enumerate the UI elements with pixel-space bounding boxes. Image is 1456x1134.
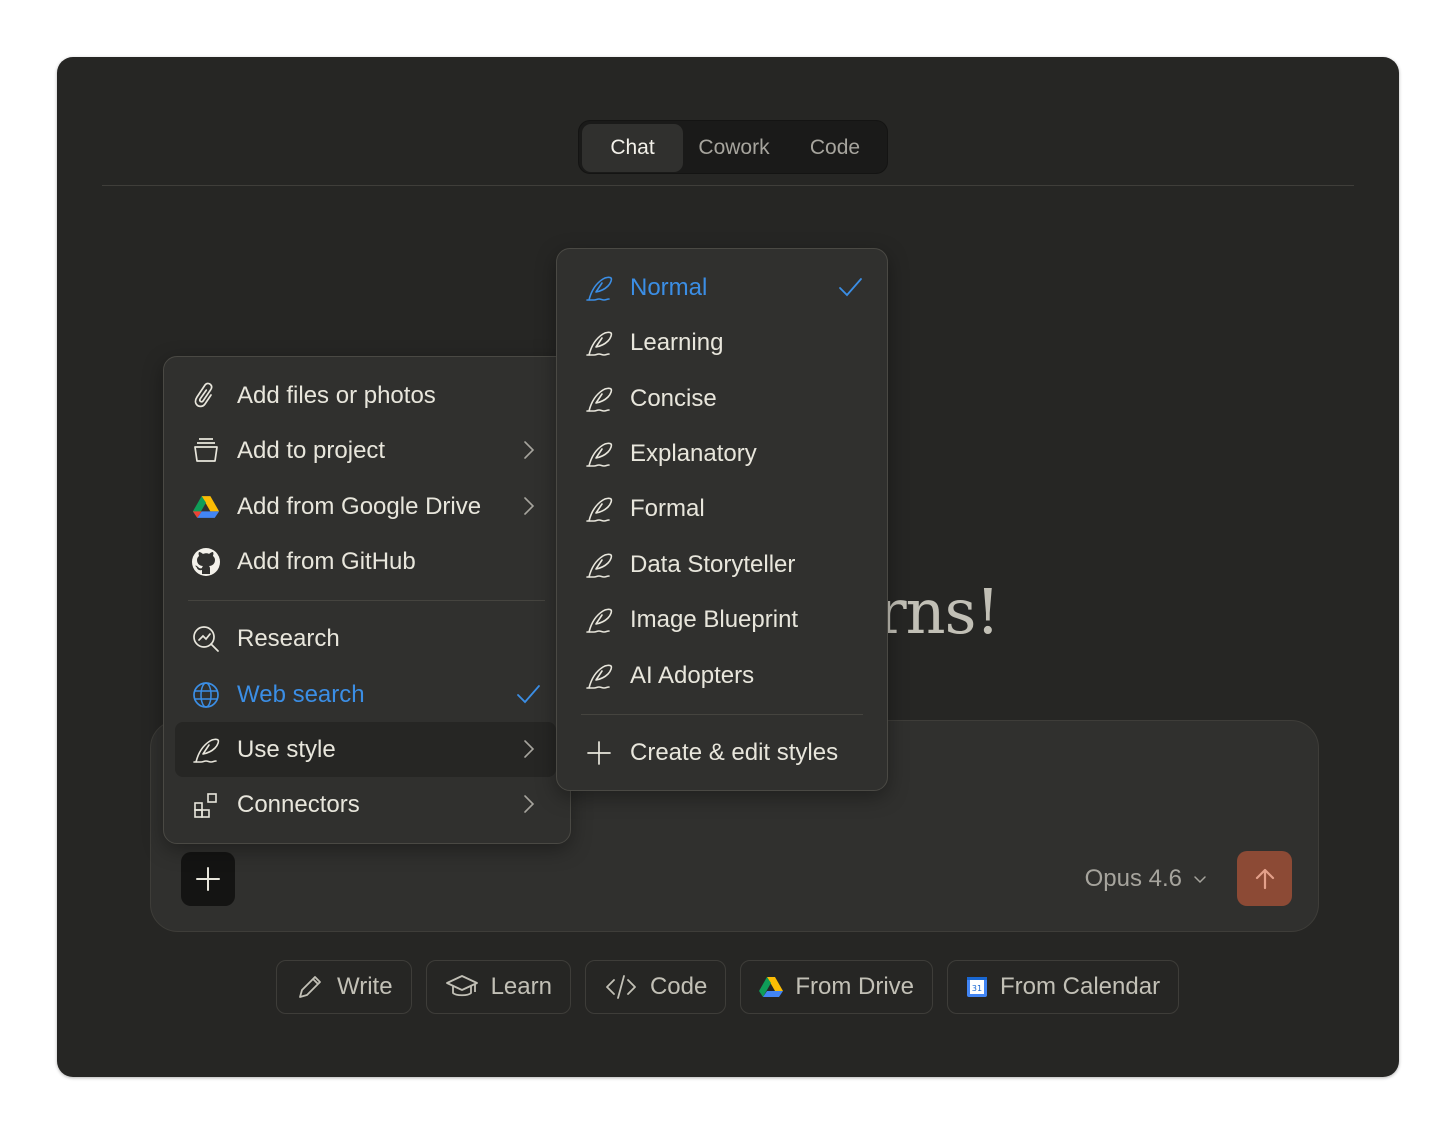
svg-text:31: 31 xyxy=(972,984,982,993)
tab-cowork[interactable]: Cowork xyxy=(683,124,785,172)
chip-label: Write xyxy=(337,973,393,1000)
menu-item-label: Add files or photos xyxy=(237,381,436,409)
style-item-formal[interactable]: Formal xyxy=(568,481,878,536)
chip-label: Code xyxy=(649,973,708,1000)
project-box-icon xyxy=(191,436,221,466)
feather-icon xyxy=(584,550,614,580)
style-item-normal[interactable]: Normal xyxy=(568,260,878,315)
connectors-icon xyxy=(191,790,221,820)
style-item-learning[interactable]: Learning xyxy=(568,315,878,370)
pencil-icon xyxy=(299,976,321,998)
graduation-cap-icon xyxy=(445,975,478,997)
menu-item-connectors[interactable]: Connectors xyxy=(175,777,556,832)
plus-icon xyxy=(196,867,220,891)
menu-item-github[interactable]: Add from GitHub xyxy=(175,534,556,589)
menu-item-label: Research xyxy=(237,624,340,652)
style-item-label: Explanatory xyxy=(630,439,757,467)
feather-icon xyxy=(584,384,614,414)
menu-item-google-drive[interactable]: Add from Google Drive xyxy=(175,479,556,534)
style-item-concise[interactable]: Concise xyxy=(568,371,878,426)
menu-item-add-to-project[interactable]: Add to project xyxy=(175,423,556,478)
chevron-right-icon xyxy=(524,497,535,515)
feather-icon xyxy=(584,494,614,524)
arrow-up-icon xyxy=(1255,868,1274,889)
check-icon xyxy=(839,278,862,297)
greeting-heading: rns! xyxy=(877,575,1000,648)
chevron-down-icon xyxy=(1194,876,1206,884)
model-label: Opus 4.6 xyxy=(1084,865,1182,892)
feather-icon xyxy=(584,273,614,303)
create-edit-styles-button[interactable]: Create & edit styles xyxy=(568,725,878,780)
feather-icon xyxy=(584,439,614,469)
attach-menu: Add files or photos Add to project Add f… xyxy=(163,356,571,844)
menu-item-label: Add from GitHub xyxy=(237,547,416,575)
globe-icon xyxy=(191,680,221,710)
chip-write[interactable]: Write xyxy=(276,960,412,1014)
chip-label: Learn xyxy=(490,973,552,1000)
style-item-label: Data Storyteller xyxy=(630,550,796,578)
chip-label: From Calendar xyxy=(1000,973,1161,1000)
style-item-label: AI Adopters xyxy=(630,661,755,689)
style-item-label: Concise xyxy=(630,384,717,412)
paperclip-icon xyxy=(191,381,221,411)
style-item-label: Image Blueprint xyxy=(630,605,799,633)
style-item-label: Normal xyxy=(630,273,708,301)
google-drive-icon xyxy=(759,977,784,997)
menu-item-label: Use style xyxy=(237,735,336,763)
model-selector[interactable]: Opus 4.6 xyxy=(1085,861,1208,897)
google-calendar-icon: 31 xyxy=(967,977,987,997)
menu-item-label: Add to project xyxy=(237,436,386,464)
menu-item-label: Add from Google Drive xyxy=(237,492,482,520)
menu-item-web-search[interactable]: Web search xyxy=(175,667,556,722)
google-drive-icon xyxy=(191,492,221,522)
header-divider xyxy=(102,185,1354,186)
chip-learn[interactable]: Learn xyxy=(425,960,571,1014)
style-item-image-blueprint[interactable]: Image Blueprint xyxy=(568,592,878,647)
chip-from-calendar[interactable]: 31 From Calendar xyxy=(947,960,1180,1014)
chip-code[interactable]: Code xyxy=(584,960,727,1014)
menu-item-add-files[interactable]: Add files or photos xyxy=(175,368,556,423)
check-icon xyxy=(517,685,540,704)
create-styles-label: Create & edit styles xyxy=(630,738,839,766)
menu-item-use-style[interactable]: Use style xyxy=(175,722,556,777)
tab-chat[interactable]: Chat xyxy=(582,124,683,172)
menu-item-label: Connectors xyxy=(237,790,360,818)
chip-from-drive[interactable]: From Drive xyxy=(740,960,933,1014)
research-icon xyxy=(191,624,221,654)
app-window: Chat Cowork Code rns! Opus 4.6 Write Lea… xyxy=(57,57,1399,1077)
menu-divider xyxy=(581,714,863,715)
mode-tabs: Chat Cowork Code xyxy=(578,120,888,174)
chevron-right-icon xyxy=(524,441,535,459)
feather-icon xyxy=(584,661,614,691)
feather-icon xyxy=(584,605,614,635)
menu-item-label: Web search xyxy=(237,680,365,708)
menu-item-research[interactable]: Research xyxy=(175,611,556,666)
feather-icon xyxy=(584,328,614,358)
chevron-right-icon xyxy=(524,795,535,813)
feather-icon xyxy=(191,735,221,765)
chevron-right-icon xyxy=(524,740,535,758)
style-item-ai-adopters[interactable]: AI Adopters xyxy=(568,648,878,703)
style-item-data-storyteller[interactable]: Data Storyteller xyxy=(568,537,878,592)
style-item-label: Learning xyxy=(630,328,724,356)
code-icon xyxy=(606,975,636,999)
style-menu: Normal Learning Concise Explanatory Form… xyxy=(556,248,888,791)
chip-label: From Drive xyxy=(795,973,914,1000)
add-content-button[interactable] xyxy=(181,852,235,906)
github-icon xyxy=(191,547,221,577)
plus-icon xyxy=(584,738,614,768)
tab-code[interactable]: Code xyxy=(785,124,885,172)
menu-divider xyxy=(188,600,545,601)
style-item-label: Formal xyxy=(630,494,705,522)
style-item-explanatory[interactable]: Explanatory xyxy=(568,426,878,481)
suggestion-chips: Write Learn Code From Drive 31 From Cale… xyxy=(276,960,1180,1016)
send-button[interactable] xyxy=(1237,851,1292,906)
